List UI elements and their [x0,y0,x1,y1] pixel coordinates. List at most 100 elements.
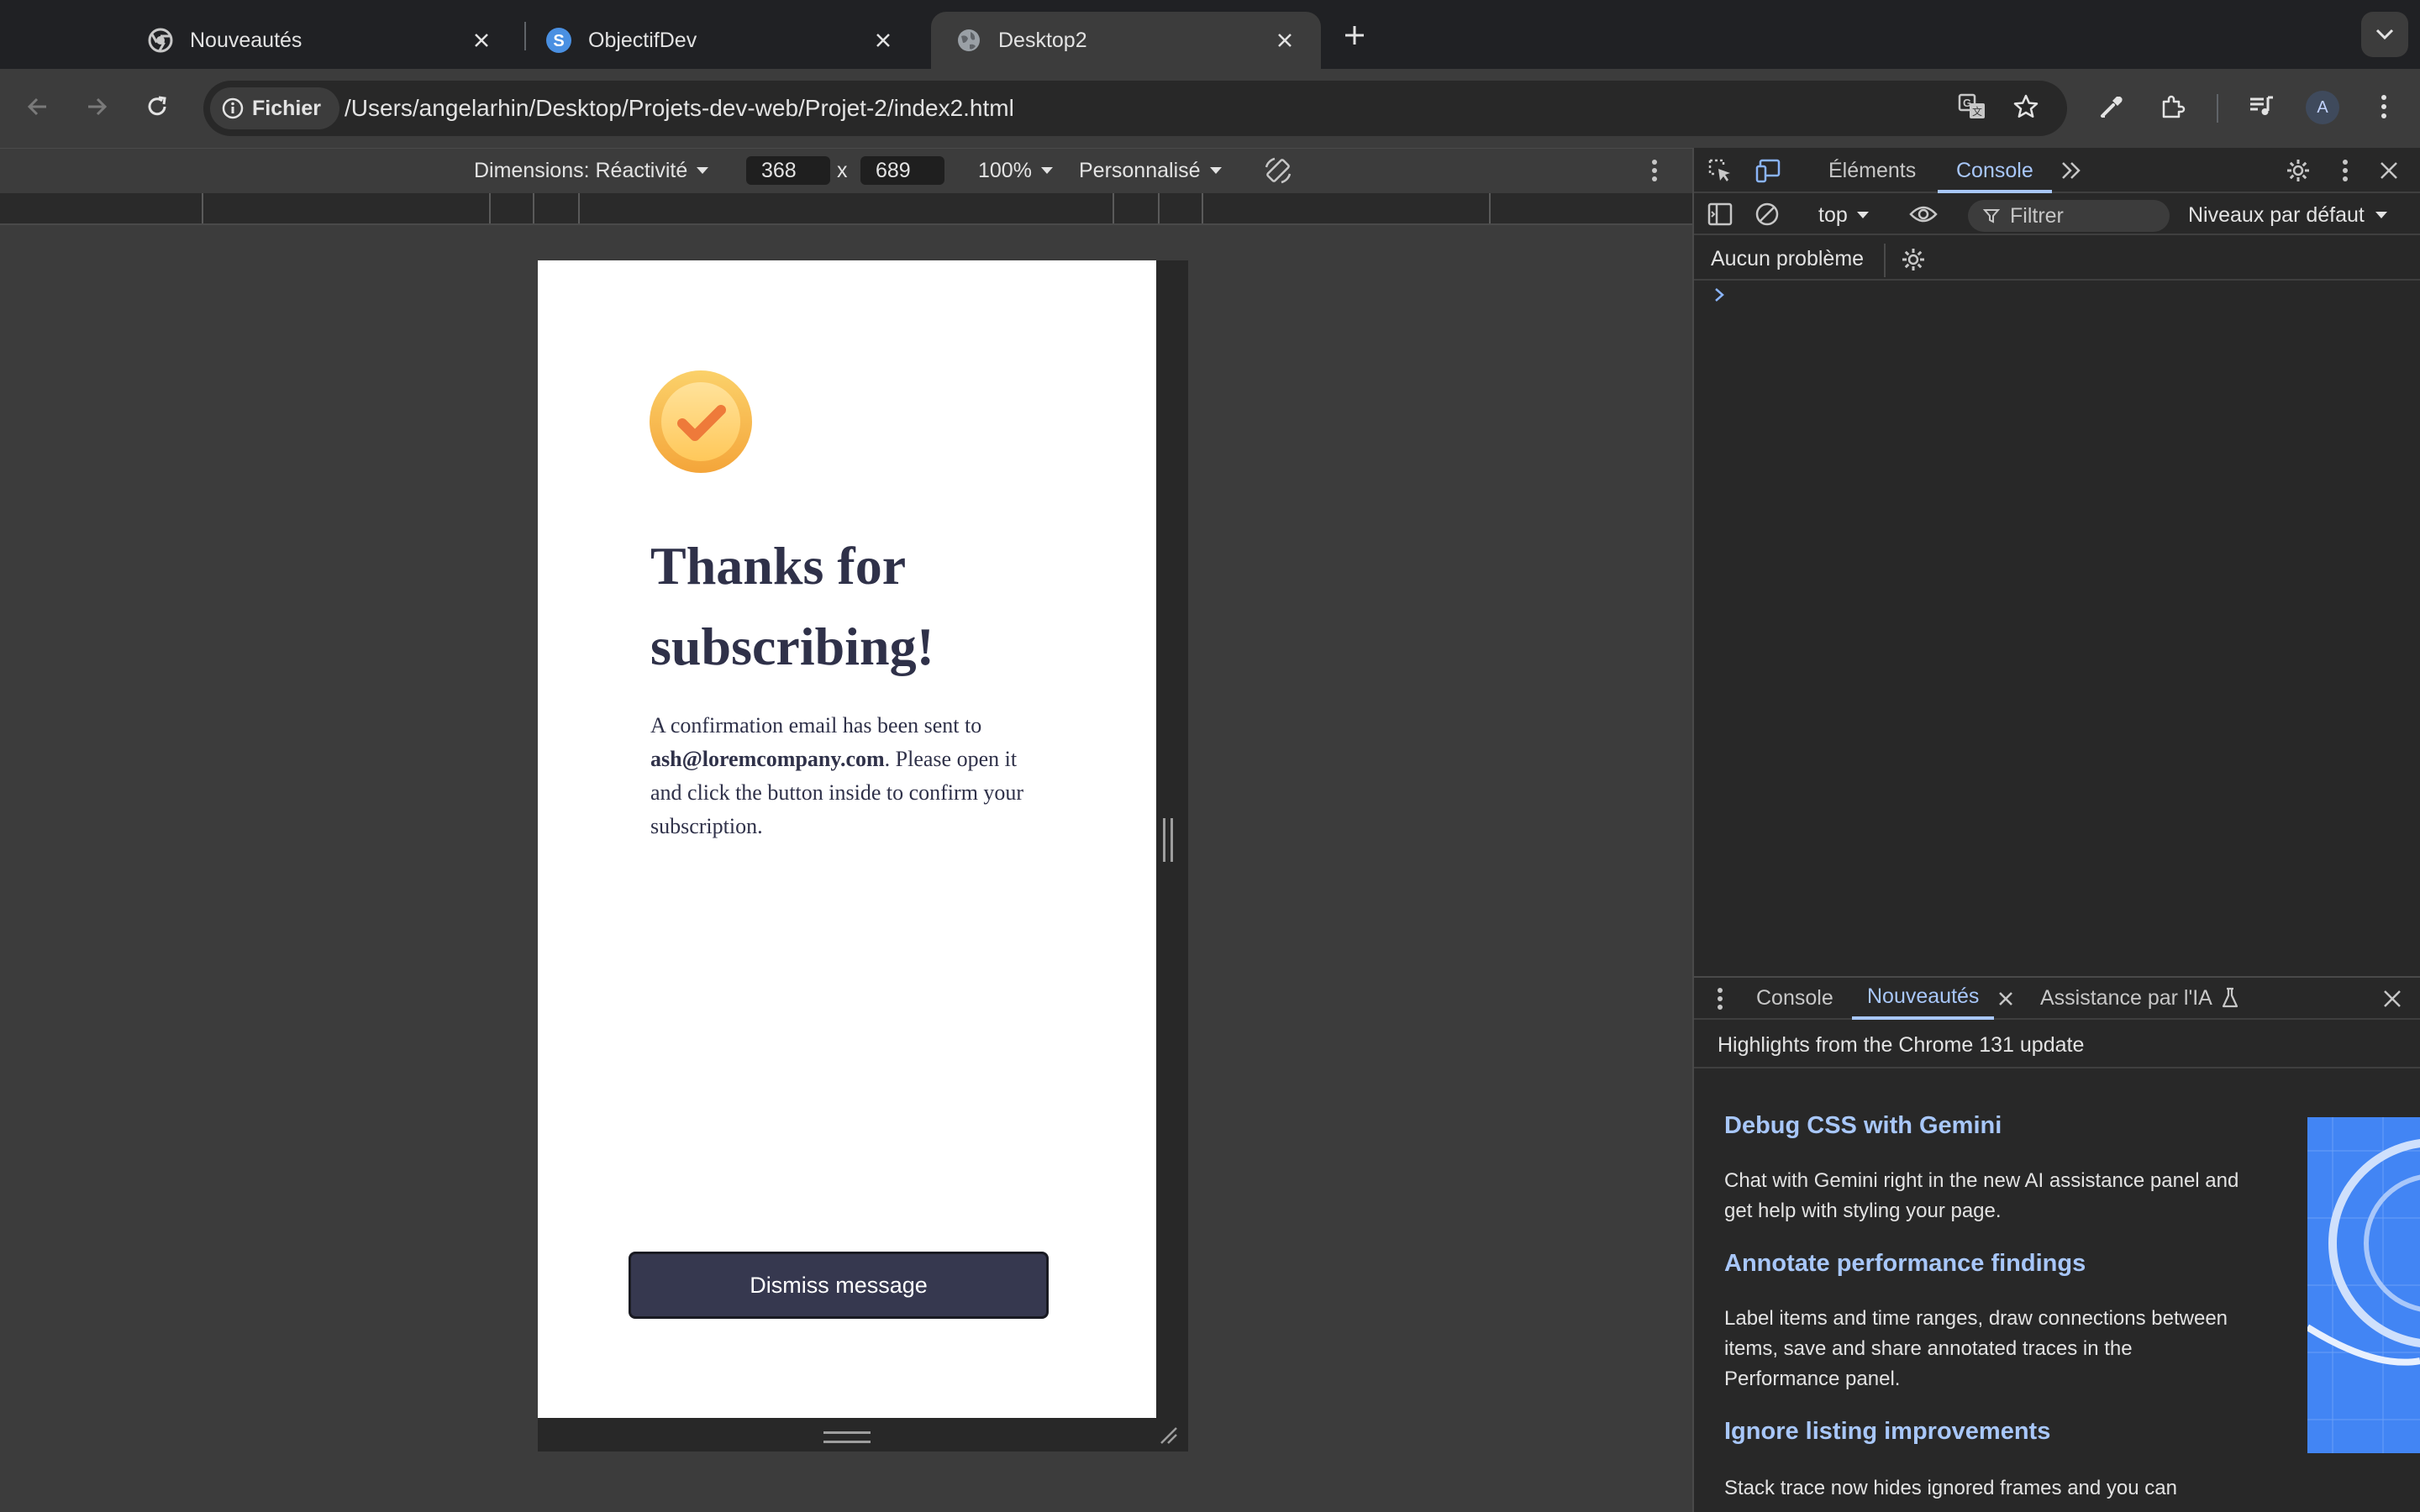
page-title: Thanks for subscribing! [650,536,934,676]
log-levels-dropdown[interactable]: Niveaux par défaut [2188,195,2388,235]
console-settings-button[interactable] [1894,240,1933,279]
back-button[interactable] [18,87,57,126]
confirmation-text-start: A confirmation email has been sent to [650,713,982,738]
svg-text:S: S [553,32,564,50]
context-selector[interactable]: top [1818,195,1870,235]
viewport-corner-resize-handle[interactable] [1158,1425,1178,1445]
device-toolbar-menu-button[interactable] [1635,151,1674,190]
close-tab-icon[interactable] [871,28,896,53]
browser-menu-button[interactable] [2365,87,2403,126]
more-vertical-icon [1718,988,1723,1010]
chevron-down-icon [2375,29,2394,40]
tab-nouveautes[interactable]: Nouveautés [123,12,518,69]
more-vertical-icon [2381,95,2386,118]
drawer-menu-button[interactable] [1701,979,1739,1018]
subscription-success-page: Thanks for subscribing! A confirmation e… [538,260,1156,1418]
whats-new-thumbnail[interactable] [2307,1117,2420,1453]
puzzle-icon [2162,95,2186,118]
svg-text:文: 文 [1972,105,1982,118]
ruler-tick [1158,193,1160,223]
live-expression-button[interactable] [1904,195,1943,234]
drawer-tab-whats-new[interactable]: Nouveautés [1852,976,1995,1020]
star-icon [2013,94,2039,118]
close-tab-icon[interactable] [469,28,494,53]
chevron-right-icon [1715,288,1724,302]
feature-title-ignore-listing[interactable]: Ignore listing improvements [1724,1418,2050,1446]
tab-objectifdev[interactable]: S ObjectifDev [521,12,919,69]
close-tab-icon[interactable] [1272,28,1297,53]
double-chevron-right-icon [2062,162,2081,179]
feature-title-debug-css[interactable]: Debug CSS with Gemini [1724,1112,2002,1140]
throttle-dropdown[interactable]: Personnalisé [1079,148,1223,193]
ruler-tick [1113,193,1114,223]
devtools-menu-button[interactable] [2326,151,2365,190]
zoom-dropdown[interactable]: 100% [978,148,1054,193]
tab-title: ObjectifDev [588,28,697,52]
dimensions-label: Dimensions: Réactivité [474,159,688,182]
console-prompt[interactable] [1714,287,1724,302]
ruler-tick [489,193,491,223]
tab-elements[interactable]: Éléments [1828,148,1916,193]
dimensions-dropdown[interactable]: Dimensions: Réactivité [474,148,709,193]
plus-icon [1345,26,1364,45]
profile-avatar[interactable]: A [2306,91,2339,124]
zoom-label: 100% [978,159,1032,182]
viewport-height-input[interactable]: 689 [860,156,944,185]
device-toolbar-toggle[interactable] [1749,151,1788,190]
translate-button[interactable]: G文 [1953,87,1991,126]
media-controls-button[interactable] [2242,87,2281,126]
viewport-width-resize-handle[interactable] [1163,818,1173,862]
close-devtools-button[interactable] [2370,151,2408,190]
bookmark-button[interactable] [2007,87,2045,126]
arrow-left-icon [27,97,46,116]
info-icon [222,97,244,119]
console-filter-input[interactable]: Filtrer [1968,200,2170,232]
clear-console-button[interactable] [1748,195,1786,234]
rotate-button[interactable] [1259,151,1297,190]
confirmation-text: A confirmation email has been sent to as… [650,709,1054,843]
new-tab-button[interactable] [1336,17,1373,54]
sidebar-toggle-button[interactable] [1701,195,1739,234]
eye-icon [1909,206,1938,223]
url-text[interactable]: /Users/angelarhin/Desktop/Projets-dev-we… [345,81,1014,136]
forward-button[interactable] [77,87,116,126]
drawer-tab-whats-new-label: Nouveautés [1867,984,1980,1008]
devtools-settings-button[interactable] [2279,151,2317,190]
drawer-tab-console[interactable]: Console [1756,976,1833,1020]
viewport-height-resize-handle[interactable] [823,1431,871,1443]
drawer-tab-ai-assistance[interactable]: Assistance par l'IA [2040,976,2239,1020]
viewport-width-input[interactable]: 368 [746,156,830,185]
close-whats-new-button[interactable] [1986,979,2025,1018]
reload-button[interactable] [138,87,176,126]
close-drawer-button[interactable] [2373,979,2412,1018]
issues-counter[interactable]: Aucun problème [1711,239,1864,279]
dismiss-message-button[interactable]: Dismiss message [629,1252,1049,1319]
inspect-element-button[interactable] [1701,151,1739,190]
sidebar-icon [1707,202,1733,226]
drawer-tab-ai-label: Assistance par l'IA [2040,986,2212,1010]
device-mode-icon [1755,159,1781,183]
tab-console[interactable]: Console [1938,148,2052,193]
reload-icon [148,96,166,116]
site-info-chip[interactable]: Fichier [210,87,339,129]
chrome-update-illustration [2307,1117,2420,1453]
arrow-right-icon [88,97,108,116]
dimension-times: x [837,159,848,182]
media-query-ruler[interactable] [0,193,1692,225]
caret-down-icon [2375,212,2387,218]
ruler-tick [1489,193,1491,223]
caret-down-icon [1856,212,1869,218]
tab-search-button[interactable] [2361,12,2408,57]
feature-title-annotate[interactable]: Annotate performance findings [1724,1250,2086,1278]
extensions-button[interactable] [2153,87,2191,126]
close-icon [1999,992,2012,1005]
caret-down-icon [1209,167,1222,174]
screen-rotation-icon [1265,157,1292,184]
tab-desktop2[interactable]: Desktop2 [931,12,1321,69]
whats-new-header: Highlights from the Chrome 131 update [1694,1021,2420,1068]
throttle-label: Personnalisé [1079,159,1201,182]
eyedropper-extension-button[interactable] [2092,87,2131,126]
queue-music-icon [2250,96,2273,115]
more-tabs-button[interactable] [2052,151,2091,190]
site-info-label: Fichier [252,96,321,120]
